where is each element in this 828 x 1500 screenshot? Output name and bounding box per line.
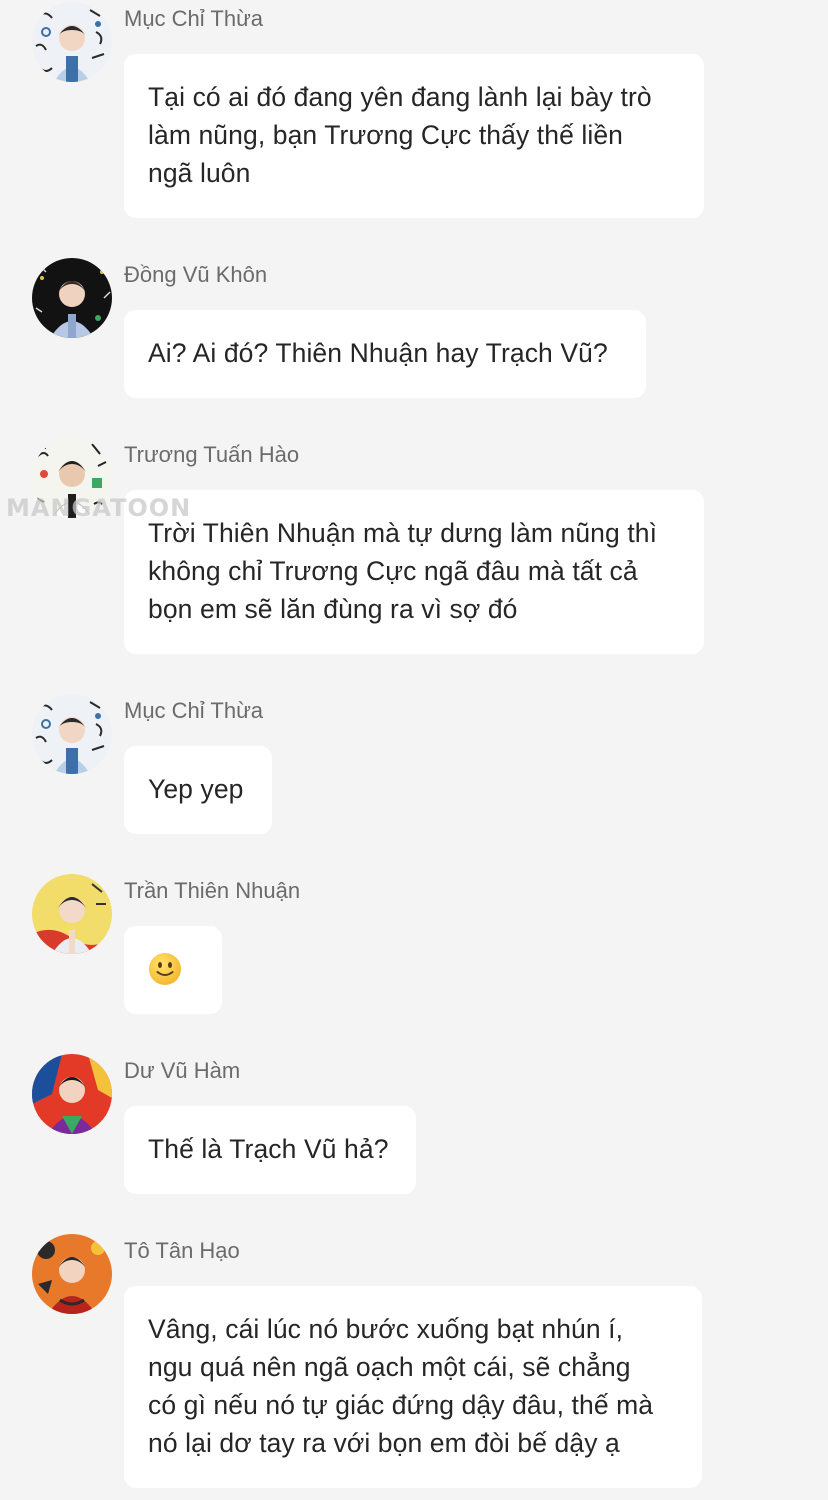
message-text: Ai? Ai đó? Thiên Nhuận hay Trạch Vũ?	[148, 338, 608, 368]
avatar-icon	[32, 1234, 112, 1314]
message-bubble[interactable]: Trời Thiên Nhuận mà tự dưng làm nũng thì…	[124, 490, 704, 654]
sender-name: Đồng Vũ Khôn	[124, 262, 268, 287]
sender-name: Trần Thiên Nhuận	[124, 878, 301, 903]
sender-name: Dư Vũ Hàm	[124, 1058, 241, 1083]
message-bubble[interactable]: Ai? Ai đó? Thiên Nhuận hay Trạch Vũ?	[124, 310, 646, 398]
sender-name: Mục Chỉ Thừa	[124, 698, 264, 723]
message-text: Vâng, cái lúc nó bước xuống bạt nhún í, …	[148, 1314, 654, 1458]
avatar-icon	[32, 694, 112, 774]
slightly-smiling-face-icon	[149, 953, 181, 985]
avatar-icon	[32, 1054, 112, 1134]
message-bubble[interactable]	[124, 926, 222, 1014]
message-bubble[interactable]: Vâng, cái lúc nó bước xuống bạt nhún í, …	[124, 1286, 702, 1488]
sender-avatar[interactable]	[32, 1234, 112, 1314]
avatar-icon	[32, 258, 112, 338]
message-bubble[interactable]: Thế là Trạch Vũ hả?	[124, 1106, 416, 1194]
message-bubble[interactable]: Tại có ai đó đang yên đang lành lại bày …	[124, 54, 704, 218]
avatar-icon	[32, 874, 112, 954]
watermark: MANGATOON	[6, 494, 192, 522]
sender-avatar[interactable]	[32, 874, 112, 954]
sender-name: Tô Tân Hạo	[124, 1238, 240, 1263]
sender-avatar[interactable]	[32, 1054, 112, 1134]
sender-avatar[interactable]	[32, 2, 112, 82]
avatar-icon	[32, 2, 112, 82]
message-text: Yep yep	[148, 774, 244, 804]
message-bubble[interactable]: Yep yep	[124, 746, 272, 834]
sender-name: Trương Tuấn Hào	[124, 442, 300, 467]
sender-name: Mục Chỉ Thừa	[124, 6, 264, 31]
sender-avatar[interactable]	[32, 694, 112, 774]
message-text: Trời Thiên Nhuận mà tự dưng làm nũng thì…	[148, 518, 658, 624]
message-text: Thế là Trạch Vũ hả?	[148, 1134, 389, 1164]
message-text: Tại có ai đó đang yên đang lành lại bày …	[148, 82, 652, 188]
sender-avatar[interactable]	[32, 258, 112, 338]
